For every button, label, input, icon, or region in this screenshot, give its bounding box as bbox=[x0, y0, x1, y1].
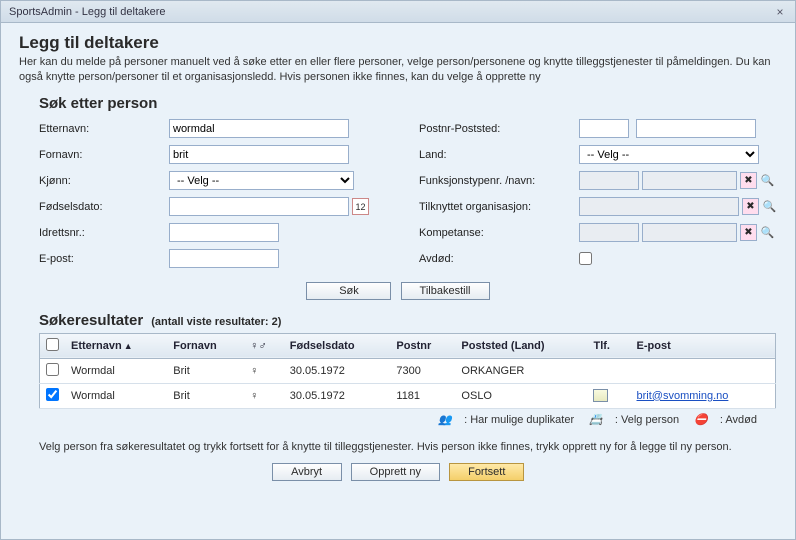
label-kjonn: Kjønn: bbox=[39, 175, 169, 187]
label-etternavn: Etternavn: bbox=[39, 123, 169, 135]
content-area: Legg til deltakere Her kan du melde på p… bbox=[1, 23, 795, 539]
dialog-window: SportsAdmin - Legg til deltakere × Legg … bbox=[0, 0, 796, 540]
cell-epost bbox=[631, 358, 776, 383]
label-postnr: Postnr-Poststed: bbox=[419, 123, 579, 135]
search-funksjon-icon[interactable]: 🔍 bbox=[760, 173, 775, 188]
results-heading: Søkeresultater bbox=[39, 312, 143, 329]
clear-org-icon[interactable]: ✖ bbox=[742, 198, 759, 215]
label-fodselsdato: Fødselsdato: bbox=[39, 201, 169, 213]
row-checkbox[interactable] bbox=[46, 363, 59, 376]
results-header-line: Søkeresultater (antall viste resultater:… bbox=[39, 312, 777, 329]
search-button-row: Søk Tilbakestill bbox=[19, 282, 777, 300]
cell-fodselsdato: 30.05.1972 bbox=[284, 358, 391, 383]
cell-postnr: 1181 bbox=[390, 383, 455, 408]
th-poststed[interactable]: Poststed (Land) bbox=[455, 333, 587, 358]
checkbox-avdod[interactable] bbox=[579, 252, 592, 265]
table-row[interactable]: WormdalBrit♀30.05.19727300ORKANGER bbox=[40, 358, 776, 383]
th-epost[interactable]: E-post bbox=[631, 333, 776, 358]
input-postnr[interactable] bbox=[579, 119, 629, 138]
results-count: (antall viste resultater: 2) bbox=[151, 316, 281, 328]
th-tlf[interactable]: Tlf. bbox=[587, 333, 630, 358]
clear-kompetanse-icon[interactable]: ✖ bbox=[740, 224, 757, 241]
input-funksjon-navn[interactable] bbox=[642, 171, 737, 190]
select-person-icon bbox=[589, 414, 603, 426]
cell-fornavn: Brit bbox=[167, 358, 244, 383]
create-new-button[interactable]: Opprett ny bbox=[351, 463, 440, 481]
label-epost: E-post: bbox=[39, 253, 169, 265]
search-org-icon[interactable]: 🔍 bbox=[762, 199, 777, 214]
search-heading: Søk etter person bbox=[39, 95, 777, 112]
card-icon[interactable] bbox=[593, 389, 608, 402]
results-table: Etternavn▲ Fornavn ♀♂ Fødselsdato Postnr… bbox=[39, 333, 776, 409]
cell-poststed: OSLO bbox=[455, 383, 587, 408]
clear-funksjon-icon[interactable]: ✖ bbox=[740, 172, 757, 189]
search-kompetanse-icon[interactable]: 🔍 bbox=[760, 225, 775, 240]
cell-epost: brit@svomming.no bbox=[631, 383, 776, 408]
titlebar: SportsAdmin - Legg til deltakere × bbox=[1, 1, 795, 23]
footer-button-row: Avbryt Opprett ny Fortsett bbox=[19, 463, 777, 481]
label-funksjon: Funksjonstypenr. /navn: bbox=[419, 175, 579, 187]
input-kompetanse-navn[interactable] bbox=[642, 223, 737, 242]
cell-fodselsdato: 30.05.1972 bbox=[284, 383, 391, 408]
page-title: Legg til deltakere bbox=[19, 33, 777, 53]
input-kompetanse-nr[interactable] bbox=[579, 223, 639, 242]
cell-etternavn: Wormdal bbox=[65, 358, 167, 383]
cell-poststed: ORKANGER bbox=[455, 358, 587, 383]
cell-tlf bbox=[587, 358, 630, 383]
table-header-row: Etternavn▲ Fornavn ♀♂ Fødselsdato Postnr… bbox=[40, 333, 776, 358]
search-button[interactable]: Søk bbox=[306, 282, 391, 300]
cell-postnr: 7300 bbox=[390, 358, 455, 383]
table-row[interactable]: WormdalBrit♀30.05.19721181OSLO brit@svomm… bbox=[40, 383, 776, 408]
form-col-right: Postnr-Poststed: Land: -- Velg -- Funksj… bbox=[419, 118, 777, 274]
input-etternavn[interactable] bbox=[169, 119, 349, 138]
duplicate-icon bbox=[438, 414, 452, 426]
label-land: Land: bbox=[419, 149, 579, 161]
th-etternavn[interactable]: Etternavn▲ bbox=[65, 333, 167, 358]
cell-tlf bbox=[587, 383, 630, 408]
input-fornavn[interactable] bbox=[169, 145, 349, 164]
input-org[interactable] bbox=[579, 197, 739, 216]
email-link[interactable]: brit@svomming.no bbox=[637, 390, 729, 402]
th-fornavn[interactable]: Fornavn bbox=[167, 333, 244, 358]
select-kjonn[interactable]: -- Velg -- bbox=[169, 171, 354, 190]
cell-fornavn: Brit bbox=[167, 383, 244, 408]
input-epost[interactable] bbox=[169, 249, 279, 268]
label-kompetanse: Kompetanse: bbox=[419, 227, 579, 239]
cell-kjonn: ♀ bbox=[244, 383, 284, 408]
help-text: Velg person fra søkeresultatet og trykk … bbox=[39, 440, 757, 455]
th-fodselsdato[interactable]: Fødselsdato bbox=[284, 333, 391, 358]
form-col-left: Etternavn: Fornavn: Kjønn: -- Velg -- Fø… bbox=[39, 118, 389, 274]
input-fodselsdato[interactable] bbox=[169, 197, 349, 216]
label-avdod: Avdød: bbox=[419, 253, 579, 265]
sort-asc-icon: ▲ bbox=[124, 341, 133, 351]
input-funksjon-nr[interactable] bbox=[579, 171, 639, 190]
input-idrettsnr[interactable] bbox=[169, 223, 279, 242]
cancel-button[interactable]: Avbryt bbox=[272, 463, 342, 481]
calendar-icon[interactable]: 12 bbox=[352, 198, 369, 215]
cell-etternavn: Wormdal bbox=[65, 383, 167, 408]
input-poststed[interactable] bbox=[636, 119, 756, 138]
reset-button[interactable]: Tilbakestill bbox=[401, 282, 490, 300]
label-org: Tilknyttet organisasjon: bbox=[419, 201, 579, 213]
window-title: SportsAdmin - Legg til deltakere bbox=[9, 6, 166, 18]
label-fornavn: Fornavn: bbox=[39, 149, 169, 161]
th-kjonn[interactable]: ♀♂ bbox=[244, 333, 284, 358]
close-icon[interactable]: × bbox=[773, 5, 787, 19]
deceased-icon bbox=[694, 414, 708, 426]
continue-button[interactable]: Fortsett bbox=[449, 463, 524, 481]
legend: : Har mulige duplikater : Velg person : … bbox=[19, 413, 757, 426]
th-postnr[interactable]: Postnr bbox=[390, 333, 455, 358]
cell-kjonn: ♀ bbox=[244, 358, 284, 383]
label-idrettsnr: Idrettsnr.: bbox=[39, 227, 169, 239]
intro-text: Her kan du melde på personer manuelt ved… bbox=[19, 55, 777, 85]
search-form: Etternavn: Fornavn: Kjønn: -- Velg -- Fø… bbox=[39, 118, 777, 274]
select-land[interactable]: -- Velg -- bbox=[579, 145, 759, 164]
checkbox-select-all[interactable] bbox=[46, 338, 59, 351]
row-checkbox[interactable] bbox=[46, 388, 59, 401]
